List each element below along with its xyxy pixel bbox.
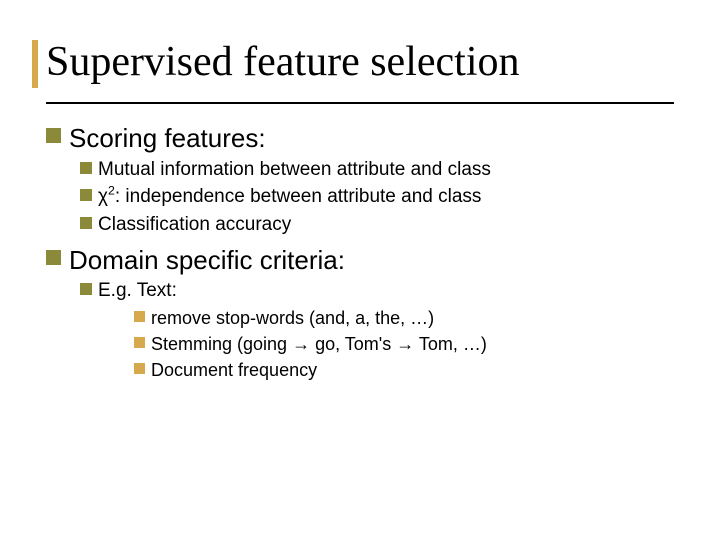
bullet-list-l3: remove stop-words (and, a, the, …) Stemm… [134, 306, 674, 383]
list-item-label: Classification accuracy [98, 212, 291, 238]
square-bullet-icon [80, 162, 92, 174]
list-item-label: Scoring features: [69, 122, 266, 155]
list-item-suffix: : independence between attribute and cla… [115, 186, 482, 207]
list-item-label: remove stop-words (and, a, the, …) [151, 306, 434, 330]
title-underline [46, 102, 674, 104]
square-bullet-icon [80, 189, 92, 201]
list-item: E.g. Text: remove stop-words (and, a, th… [80, 278, 674, 383]
superscript: 2 [108, 184, 115, 198]
slide-title: Supervised feature selection [46, 40, 674, 92]
bullet-list-l1: Scoring features: Mutual information bet… [46, 122, 674, 382]
list-item-label: Mutual information between attribute and… [98, 157, 491, 183]
title-block: Supervised feature selection [46, 40, 674, 92]
list-item-label: χ2: independence between attribute and c… [98, 184, 481, 210]
square-bullet-icon [46, 250, 61, 265]
square-bullet-icon [134, 311, 145, 322]
square-bullet-icon [80, 283, 92, 295]
list-item: Stemming (going → go, Tom's → Tom, …) [134, 332, 674, 356]
list-item: Domain specific criteria: E.g. Text: rem… [46, 244, 674, 383]
square-bullet-icon [46, 128, 61, 143]
list-item-label: Document frequency [151, 358, 317, 382]
square-bullet-icon [80, 217, 92, 229]
bullet-list-l2: Mutual information between attribute and… [80, 157, 674, 238]
list-item: remove stop-words (and, a, the, …) [134, 306, 674, 330]
list-item: χ2: independence between attribute and c… [80, 184, 674, 210]
bullet-list-l2: E.g. Text: remove stop-words (and, a, th… [80, 278, 674, 383]
title-accent-bar [32, 40, 38, 88]
square-bullet-icon [134, 363, 145, 374]
list-item: Mutual information between attribute and… [80, 157, 674, 183]
list-item-label: E.g. Text: [98, 278, 177, 304]
slide: Supervised feature selection Scoring fea… [0, 0, 720, 540]
square-bullet-icon [134, 337, 145, 348]
chi-symbol: χ [98, 186, 108, 207]
list-item: Scoring features: Mutual information bet… [46, 122, 674, 237]
list-item: Classification accuracy [80, 212, 674, 238]
list-item-label: Domain specific criteria: [69, 244, 345, 277]
list-item-label: Stemming (going → go, Tom's → Tom, …) [151, 332, 487, 356]
list-item: Document frequency [134, 358, 674, 382]
